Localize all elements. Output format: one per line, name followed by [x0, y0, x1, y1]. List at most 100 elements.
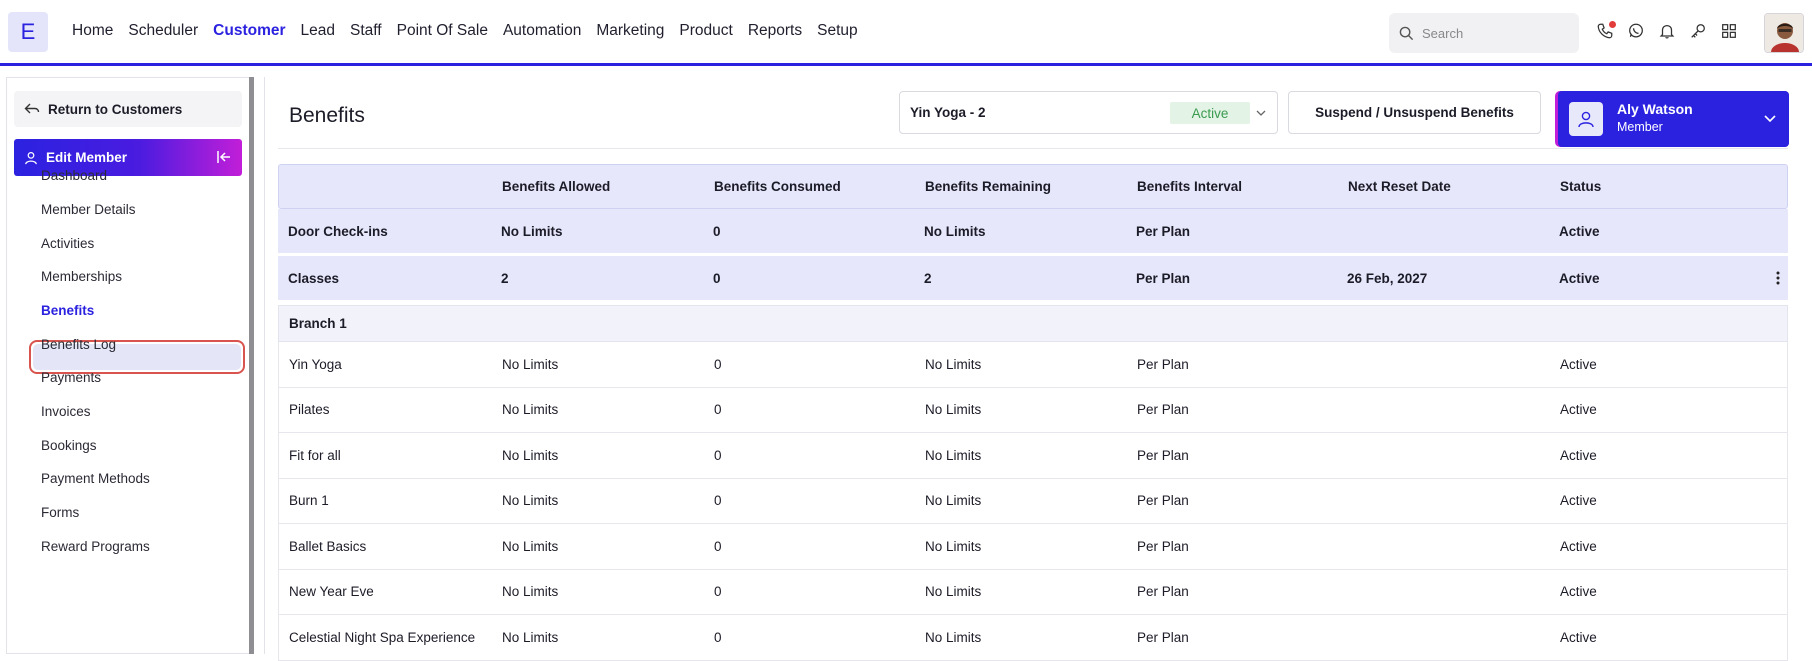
cell-consumed: 0: [714, 538, 722, 554]
cell-allowed: No Limits: [501, 223, 563, 239]
cell-remaining: No Limits: [925, 538, 982, 554]
column-header-interval: Benefits Interval: [1137, 179, 1243, 194]
plan-select-dropdown[interactable]: Yin Yoga - 2 Active: [899, 91, 1278, 134]
arrow-return-icon: [24, 103, 40, 114]
sidebar-item-invoices[interactable]: Invoices: [41, 404, 91, 419]
search-input[interactable]: [1422, 25, 1562, 41]
cell-remaining: No Limits: [925, 402, 982, 418]
suspend-unsuspend-benefits-button[interactable]: Suspend / Unsuspend Benefits: [1288, 91, 1541, 134]
table-row[interactable]: Fit for all No Limits 0 No Limits Per Plan Ac…: [278, 433, 1788, 479]
column-header-consumed: Benefits Consumed: [714, 179, 841, 194]
user-icon: [25, 151, 37, 164]
sidebar-item-payments[interactable]: Payments: [41, 370, 101, 385]
more-options-icon[interactable]: [1776, 256, 1780, 300]
sidebar-item-activities[interactable]: Activities: [41, 236, 94, 251]
member-sidebar: Return to Customers Edit Member Dashboar…: [6, 77, 250, 654]
cell-consumed: 0: [714, 447, 722, 463]
search-box[interactable]: [1389, 13, 1579, 53]
column-header-status: Status: [1560, 179, 1602, 194]
apps-grid-icon[interactable]: [1719, 21, 1739, 41]
nav-item-reports[interactable]: Reports: [748, 22, 802, 40]
top-icon-group: [1595, 21, 1739, 41]
cell-interval: Per Plan: [1136, 270, 1191, 286]
cell-consumed: 0: [714, 584, 722, 600]
table-row[interactable]: Ballet Basics No Limits 0 No Limits Per Plan…: [278, 524, 1788, 570]
notification-dot: [1609, 21, 1616, 28]
nav-item-customer[interactable]: Customer: [213, 22, 285, 40]
phone-icon[interactable]: [1595, 21, 1616, 41]
cell-consumed: 0: [713, 223, 721, 239]
sidebar-item-benefits[interactable]: Benefits: [41, 303, 94, 318]
cell-status: Active: [1560, 493, 1597, 509]
nav-item-home[interactable]: Home: [72, 22, 113, 40]
sidebar-item-memberships[interactable]: Memberships: [41, 269, 122, 284]
cell-interval: Per Plan: [1137, 356, 1189, 372]
top-navbar: E Home Scheduler Customer Lead Staff Point Of…: [0, 0, 1812, 66]
member-switcher[interactable]: Aly Watson Member: [1555, 91, 1789, 147]
sidebar-scrollbar[interactable]: [249, 77, 254, 654]
chevron-down-icon: [1255, 106, 1267, 122]
nav-item-product[interactable]: Product: [679, 22, 732, 40]
sidebar-item-forms[interactable]: Forms: [41, 505, 79, 520]
search-icon: [1399, 26, 1414, 40]
bell-icon[interactable]: [1657, 21, 1677, 41]
cell-remaining: 2: [924, 270, 932, 286]
collapse-sidebar-icon[interactable]: [216, 149, 232, 168]
nav-item-lead[interactable]: Lead: [301, 22, 335, 40]
chevron-down-icon: [1763, 111, 1777, 128]
key-icon[interactable]: [1688, 21, 1708, 41]
cell-remaining: No Limits: [925, 584, 982, 600]
cell-interval: Per Plan: [1137, 538, 1189, 554]
cell-remaining: No Limits: [924, 223, 986, 239]
branch-group-row[interactable]: Branch 1: [278, 305, 1788, 342]
cell-consumed: 0: [714, 402, 722, 418]
nav-item-staff[interactable]: Staff: [350, 22, 382, 40]
sidebar-item-member-details[interactable]: Member Details: [41, 202, 136, 217]
sidebar-item-bookings[interactable]: Bookings: [41, 438, 97, 453]
cell-allowed: 2: [501, 270, 509, 286]
nav-item-point-of-sale[interactable]: Point Of Sale: [397, 22, 488, 40]
column-header-next-reset: Next Reset Date: [1348, 179, 1451, 194]
nav-item-automation[interactable]: Automation: [503, 22, 581, 40]
cell-name: Fit for all: [289, 447, 341, 463]
cell-interval: Per Plan: [1137, 584, 1189, 600]
cell-status: Active: [1560, 402, 1597, 418]
sidebar-item-reward-programs[interactable]: Reward Programs: [41, 539, 150, 554]
cell-interval: Per Plan: [1136, 223, 1191, 239]
user-avatar[interactable]: [1764, 13, 1804, 53]
summary-row[interactable]: Classes 2 0 2 Per Plan 26 Feb, 2027 Active: [278, 256, 1788, 303]
nav-item-setup[interactable]: Setup: [817, 22, 858, 40]
summary-row[interactable]: Door Check-ins No Limits 0 No Limits Per Pla…: [278, 209, 1788, 256]
table-row[interactable]: Burn 1 No Limits 0 No Limits Per Plan Active: [278, 478, 1788, 524]
column-header-allowed: Benefits Allowed: [502, 179, 611, 194]
table-header: Benefits Allowed Benefits Consumed Benefit…: [278, 164, 1788, 209]
return-to-customers-label: Return to Customers: [48, 101, 183, 117]
table-row[interactable]: Yin Yoga No Limits 0 No Limits Per Plan Activ…: [278, 342, 1788, 388]
table-row[interactable]: Pilates No Limits 0 No Limits Per Plan Active: [278, 387, 1788, 433]
cell-name: Ballet Basics: [289, 538, 367, 554]
cell-allowed: No Limits: [502, 629, 559, 645]
cell-consumed: 0: [714, 493, 722, 509]
cell-name: Classes: [288, 270, 340, 286]
cell-allowed: No Limits: [502, 356, 559, 372]
branch-label: Branch 1: [289, 316, 347, 331]
cell-interval: Per Plan: [1137, 447, 1189, 463]
member-avatar-icon: [1569, 102, 1603, 136]
sidebar-item-benefits-log[interactable]: Benefits Log: [41, 337, 116, 352]
return-to-customers-button[interactable]: Return to Customers: [14, 91, 242, 127]
page-title: Benefits: [289, 104, 365, 127]
nav-item-scheduler[interactable]: Scheduler: [128, 22, 198, 40]
cell-name: Pilates: [289, 402, 330, 418]
cell-status: Active: [1560, 538, 1597, 554]
cell-interval: Per Plan: [1137, 629, 1189, 645]
nav-item-marketing[interactable]: Marketing: [596, 22, 664, 40]
cell-allowed: No Limits: [502, 402, 559, 418]
cell-interval: Per Plan: [1137, 402, 1189, 418]
cell-consumed: 0: [713, 270, 721, 286]
app-logo[interactable]: E: [8, 12, 48, 52]
sidebar-item-dashboard[interactable]: Dashboard: [41, 168, 107, 183]
sidebar-item-payment-methods[interactable]: Payment Methods: [41, 471, 150, 486]
whatsapp-icon[interactable]: [1626, 21, 1646, 41]
table-row[interactable]: New Year Eve No Limits 0 No Limits Per Plan A…: [278, 569, 1788, 615]
cell-status: Active: [1560, 356, 1597, 372]
